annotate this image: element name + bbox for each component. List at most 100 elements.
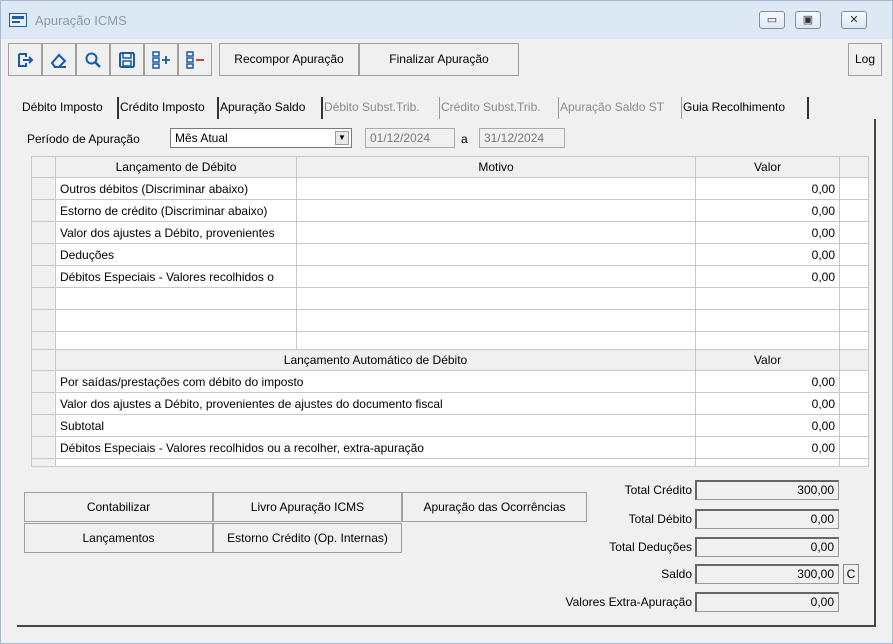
recompor-apuracao-button[interactable]: Recompor Apuração [219,43,359,76]
periodo-from-field[interactable]: 01/12/2024 [365,128,455,148]
col-lancamento-automatico[interactable]: Lançamento Automático de Débito [55,349,696,371]
periodo-selected-value: Mês Atual [175,131,228,145]
valores-extra-label: Valores Extra-Apuração [565,595,692,609]
periodo-select[interactable]: Mês Atual ▼ [170,128,352,148]
periodo-separator: a [461,132,468,146]
cell-motivo[interactable] [296,265,696,288]
cell-lancamento[interactable]: Débitos Especiais - Valores recolhidos o [55,265,297,288]
table-row[interactable]: Valor dos ajustes a Débito, provenientes… [31,221,869,244]
remove-entry-button[interactable] [178,43,212,76]
tab-credito-imposto[interactable]: Crédito Imposto [119,97,219,119]
row-indicator[interactable] [31,436,56,459]
save-button[interactable] [110,43,144,76]
col-lancamento-debito[interactable]: Lançamento de Débito [55,156,297,178]
cell-valor[interactable]: 0,00 [695,243,840,266]
restore-button[interactable]: ▣ [795,11,821,29]
chevron-down-icon[interactable]: ▼ [335,131,349,145]
cell-valor[interactable]: 0,00 [695,221,840,244]
table-row-empty[interactable] [31,458,869,467]
table-row[interactable]: Por saídas/prestações com débito do impo… [31,370,869,393]
exit-button[interactable] [8,43,42,76]
col-filler [839,349,869,371]
cell-lancamento[interactable]: Valor dos ajustes a Débito, provenientes [55,221,297,244]
add-list-icon [152,51,170,69]
cell-lancamento[interactable]: Débitos Especiais - Valores recolhidos o… [55,436,696,459]
table-row[interactable]: Subtotal 0,00 [31,414,869,437]
cell-filler [839,436,869,459]
row-indicator[interactable] [31,370,56,393]
row-indicator[interactable] [31,221,56,244]
table-row[interactable]: Valor dos ajustes a Débito, provenientes… [31,392,869,415]
cell-valor[interactable]: 0,00 [695,436,840,459]
window-title: Apuração ICMS [35,13,127,28]
col-motivo[interactable]: Motivo [296,156,696,178]
cell-filler [839,243,869,266]
log-button[interactable]: Log [848,43,882,76]
table-row[interactable]: Débitos Especiais - Valores recolhidos o… [31,265,869,288]
cell-lancamento[interactable]: Outros débitos (Discriminar abaixo) [55,177,297,200]
periodo-label: Período de Apuração [27,132,140,146]
add-entry-button[interactable] [144,43,178,76]
tab-apuracao-saldo-st[interactable]: Apuração Saldo ST [559,97,682,119]
finalizar-apuracao-button[interactable]: Finalizar Apuração [359,43,519,76]
cell-valor[interactable]: 0,00 [695,414,840,437]
cell-motivo[interactable] [296,177,696,200]
row-indicator[interactable] [31,265,56,288]
cell-lancamento[interactable]: Subtotal [55,414,696,437]
saldo-type-indicator: C [843,564,859,584]
cell-motivo[interactable] [296,243,696,266]
search-icon [85,52,101,68]
total-debito-value: 0,00 [695,509,839,529]
total-deducoes-value: 0,00 [695,537,839,557]
cell-valor[interactable]: 0,00 [695,392,840,415]
title-bar[interactable]: Apuração ICMS ▭ ▣ ✕ [1,1,892,39]
table-row-empty[interactable] [31,287,869,310]
tab-apuracao-saldo[interactable]: Apuração Saldo [219,97,323,119]
cell-lancamento[interactable]: Por saídas/prestações com débito do impo… [55,370,696,393]
toolbar: Recompor Apuração Finalizar Apuração Log [8,43,882,77]
close-button[interactable]: ✕ [841,11,867,29]
tab-guia-recolhimento[interactable]: Guia Recolhimento [682,97,809,119]
apuracao-ocorrencias-button[interactable]: Apuração das Ocorrências [402,492,587,522]
cell-lancamento[interactable]: Estorno de crédito (Discriminar abaixo) [55,199,297,222]
row-indicator[interactable] [31,392,56,415]
cell-filler [839,414,869,437]
minimize-button[interactable]: ▭ [759,11,785,29]
cell-valor[interactable]: 0,00 [695,177,840,200]
row-indicator[interactable] [31,199,56,222]
eraser-icon [50,53,67,68]
cell-filler [839,199,869,222]
cell-valor[interactable]: 0,00 [695,370,840,393]
row-indicator[interactable] [31,414,56,437]
cell-motivo[interactable] [296,221,696,244]
table-row[interactable]: Estorno de crédito (Discriminar abaixo) … [31,199,869,222]
table-header: Lançamento de Débito Motivo Valor [31,156,869,178]
periodo-to-field[interactable]: 31/12/2024 [479,128,565,148]
table-row-empty[interactable] [31,309,869,332]
table-row[interactable]: Outros débitos (Discriminar abaixo) 0,00 [31,177,869,200]
contabilizar-button[interactable]: Contabilizar [24,492,213,522]
col-valor[interactable]: Valor [695,349,840,371]
table-row[interactable]: Deduções 0,00 [31,243,869,266]
tab-debito-subst-trib[interactable]: Débito Subst.Trib. [323,97,440,119]
cell-filler [839,177,869,200]
tab-credito-subst-trib[interactable]: Crédito Subst.Trib. [440,97,559,119]
cell-lancamento[interactable]: Deduções [55,243,297,266]
estorno-credito-button[interactable]: Estorno Crédito (Op. Internas) [213,523,402,553]
cell-motivo[interactable] [296,199,696,222]
cell-valor[interactable]: 0,00 [695,265,840,288]
cell-lancamento[interactable]: Valor dos ajustes a Débito, provenientes… [55,392,696,415]
table-row[interactable]: Débitos Especiais - Valores recolhidos o… [31,436,869,459]
lancamentos-button[interactable]: Lançamentos [24,523,213,553]
app-window: Apuração ICMS ▭ ▣ ✕ Recompor Apuração Fi… [0,0,893,644]
debito-table: Lançamento de Débito Motivo Valor Outros… [31,156,869,362]
cell-valor[interactable]: 0,00 [695,199,840,222]
clear-button[interactable] [42,43,76,76]
row-indicator[interactable] [31,177,56,200]
total-credito-value: 300,00 [695,480,839,500]
col-valor[interactable]: Valor [695,156,840,178]
search-button[interactable] [76,43,110,76]
livro-apuracao-button[interactable]: Livro Apuração ICMS [213,492,402,522]
tab-debito-imposto[interactable]: Débito Imposto [21,97,119,119]
row-indicator[interactable] [31,243,56,266]
